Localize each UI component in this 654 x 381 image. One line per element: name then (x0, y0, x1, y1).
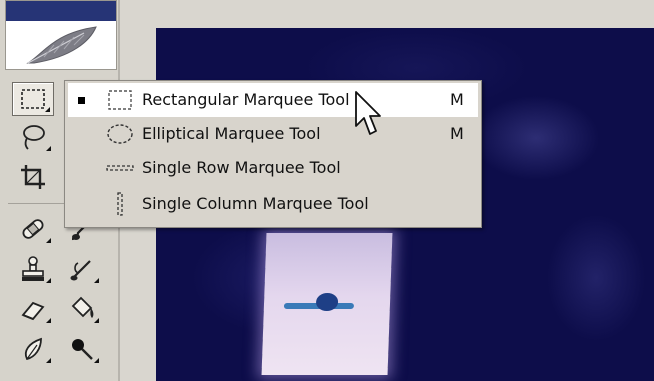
dashed-rectangle-icon (21, 89, 45, 109)
tool-flyout-indicator (46, 146, 51, 151)
toolbox-header[interactable] (5, 0, 117, 70)
menu-item-label: Rectangular Marquee Tool (142, 90, 350, 109)
menu-item-label: Elliptical Marquee Tool (142, 124, 321, 143)
menu-item-single-column-marquee[interactable]: Single Column Marquee Tool (68, 187, 478, 221)
tool-flyout-indicator (94, 358, 99, 363)
eraser-tool[interactable] (12, 292, 54, 326)
active-tool-bullet (78, 97, 85, 104)
marquee-tool-flyout-menu: Rectangular Marquee Tool M Elliptical Ma… (64, 80, 482, 228)
eraser-icon (21, 301, 45, 321)
paint-bucket-tool[interactable] (62, 292, 102, 326)
mouse-pointer-icon (355, 91, 381, 135)
rectangular-marquee-tool[interactable] (12, 82, 54, 116)
single-row-icon (104, 156, 136, 180)
lasso-icon (23, 125, 45, 150)
single-column-icon (104, 192, 136, 216)
history-brush-tool[interactable] (62, 252, 102, 286)
menu-item-shortcut: M (450, 90, 464, 109)
crop-tool[interactable] (12, 160, 54, 194)
menu-item-elliptical-marquee[interactable]: Elliptical Marquee Tool M (68, 117, 478, 151)
feather-icon (26, 26, 97, 64)
lasso-tool[interactable] (12, 120, 54, 154)
bandage-icon (22, 219, 44, 239)
menu-item-rectangular-marquee[interactable]: Rectangular Marquee Tool M (68, 83, 478, 117)
tool-flyout-indicator (45, 107, 50, 112)
clone-stamp-tool[interactable] (12, 252, 54, 286)
menu-item-label: Single Column Marquee Tool (142, 194, 369, 213)
menu-item-shortcut: M (450, 124, 464, 143)
tool-flyout-indicator (46, 278, 51, 283)
tool-flyout-indicator (46, 318, 51, 323)
blur-tool[interactable] (12, 332, 54, 366)
stamp-icon (22, 256, 44, 281)
history-brush-icon (70, 260, 91, 281)
image-window-light (261, 233, 393, 375)
crop-icon (21, 165, 45, 189)
healing-brush-tool[interactable] (12, 212, 54, 246)
blur-drop-icon (24, 337, 42, 361)
tool-flyout-indicator (94, 318, 99, 323)
paint-bucket-icon (71, 296, 94, 318)
dodge-tool[interactable] (62, 332, 102, 366)
tool-flyout-indicator (46, 238, 51, 243)
dodge-icon (72, 339, 93, 360)
dashed-ellipse-icon (104, 122, 136, 146)
tool-flyout-indicator (46, 358, 51, 363)
dashed-rectangle-icon (104, 88, 136, 112)
toolbox-title-bar (6, 1, 116, 21)
tool-flyout-indicator (94, 278, 99, 283)
menu-item-single-row-marquee[interactable]: Single Row Marquee Tool (68, 151, 478, 185)
menu-item-label: Single Row Marquee Tool (142, 158, 341, 177)
